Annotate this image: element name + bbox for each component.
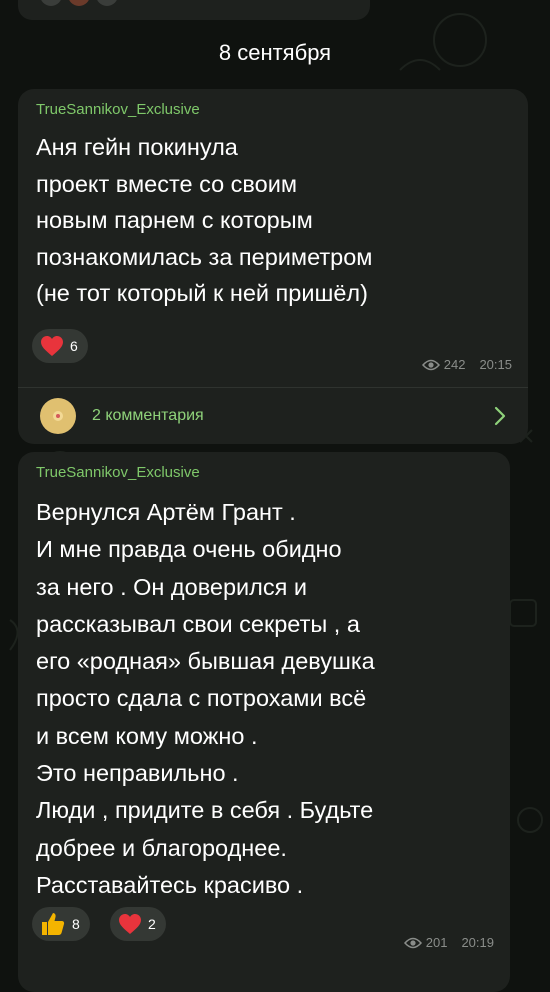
eye-icon — [421, 359, 440, 370]
eye-icon — [403, 937, 422, 948]
post-meta: 201 20:19 — [403, 935, 494, 950]
reaction-chip — [96, 0, 118, 6]
reaction-thumbs-up-button[interactable]: 8 — [32, 907, 90, 941]
avatar-icon — [53, 411, 63, 421]
heart-icon — [119, 914, 141, 934]
heart-icon — [41, 336, 63, 356]
view-count: 201 — [425, 935, 448, 950]
channel-post[interactable]: TrueSannikov_Exclusive Аня гейн покинула… — [18, 89, 528, 444]
commenter-avatar — [40, 398, 76, 434]
post-author[interactable]: TrueSannikov_Exclusive — [36, 101, 200, 118]
reaction-count: 2 — [148, 916, 156, 932]
reaction-count: 6 — [70, 338, 78, 354]
view-count: 242 — [443, 357, 466, 372]
thumbs-up-icon — [42, 913, 65, 935]
reaction-count: 8 — [72, 916, 80, 932]
reaction-chip — [68, 0, 90, 6]
post-text: Вернулся Артём Грант . И мне правда очен… — [36, 499, 375, 898]
divider — [18, 387, 528, 388]
comments-button[interactable]: 2 комментария — [18, 391, 528, 441]
post-meta: 242 20:15 — [421, 357, 512, 372]
chevron-right-icon — [494, 406, 506, 426]
post-time: 20:19 — [461, 935, 494, 950]
date-separator: 8 сентября — [218, 40, 332, 65]
comments-label: 2 комментария — [92, 407, 204, 424]
previous-message-reactions — [40, 0, 118, 6]
post-author[interactable]: TrueSannikov_Exclusive — [36, 464, 200, 481]
reaction-heart-button[interactable]: 6 — [32, 329, 88, 363]
post-time: 20:15 — [479, 357, 512, 372]
reaction-heart-button[interactable]: 2 — [110, 907, 166, 941]
post-text: Аня гейн покинула проект вместе со своим… — [36, 134, 373, 306]
reaction-chip — [40, 0, 62, 6]
channel-post[interactable]: TrueSannikov_Exclusive Вернулся Артём Гр… — [18, 452, 510, 992]
